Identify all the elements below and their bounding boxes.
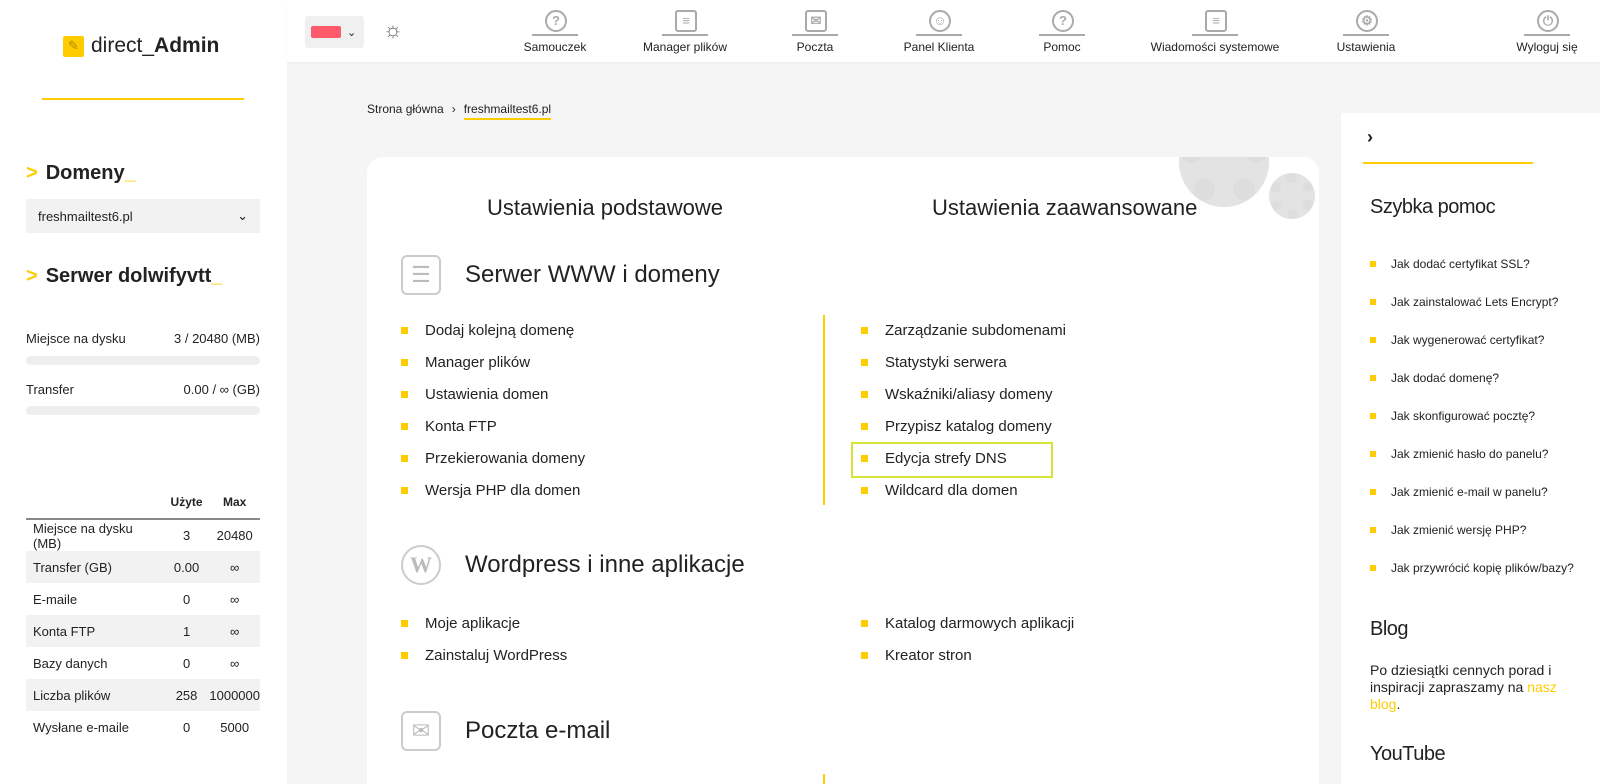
theme-toggle-sun-icon[interactable]: ☼: [380, 17, 406, 43]
disk-stat: Miejsce na dysku 3 / 20480 (MB): [26, 331, 260, 346]
file-manager-icon: ≡: [660, 6, 710, 36]
wrench-icon: ✎: [63, 35, 84, 57]
nav-client-panel[interactable]: ☺ Panel Klienta: [902, 6, 976, 54]
blog-title: Blog: [1370, 618, 1409, 640]
help-link[interactable]: Jak zainstalować Lets Encrypt?: [1370, 283, 1574, 321]
table-row: Konta FTP 1 ∞: [26, 615, 260, 647]
youtube-title: YouTube: [1370, 743, 1446, 765]
list-item[interactable]: Wildcard dla domen: [859, 474, 1066, 506]
chevron-down-icon: ⌄: [237, 208, 248, 223]
list-item[interactable]: Wskaźniki/aliasy domeny: [859, 378, 1066, 410]
logo-divider: [42, 98, 244, 100]
nav-file-manager[interactable]: ≡ Manager plików: [640, 6, 730, 54]
disk-progress-bar: [26, 356, 260, 365]
blog-text: Po dziesiątki cennych porad i inspiracji…: [1370, 662, 1557, 712]
wordpress-advanced-links: Katalog darmowych aplikacji Kreator stro…: [859, 607, 1074, 671]
section-wordpress-apps: W Wordpress i inne aplikacje: [401, 545, 745, 585]
list-item[interactable]: Zainstaluj WordPress: [399, 639, 567, 671]
breadcrumb: Strona główna › freshmailtest6.pl: [367, 102, 552, 120]
dns-zone-highlight: [851, 442, 1053, 478]
list-item[interactable]: Moje aplikacje: [399, 607, 567, 639]
column-divider: [823, 774, 825, 784]
list-item[interactable]: Statystyki serwera: [859, 346, 1066, 378]
list-item[interactable]: Wersja PHP dla domen: [399, 474, 585, 506]
nav-tutorial[interactable]: ? Samouczek: [520, 6, 590, 54]
logo[interactable]: ✎ direct_Admin: [63, 34, 219, 58]
nav-settings[interactable]: ⚙ Ustawienia: [1336, 6, 1396, 54]
section-www-domains: ☰ Serwer WWW i domeny: [401, 255, 720, 295]
list-item[interactable]: Manager plików: [399, 346, 585, 378]
server-heading: > Serwer dolwifyvtt_: [26, 265, 223, 287]
language-select[interactable]: ⌄: [305, 16, 364, 48]
help-link[interactable]: Jak dodać certyfikat SSL?: [1370, 245, 1574, 283]
table-row: Wysłane e-maile 0 5000: [33, 719, 250, 735]
server-document-icon: ☰: [401, 255, 441, 295]
help-link[interactable]: Jak dodać domenę?: [1370, 359, 1574, 397]
help-link[interactable]: Jak zmienić wersję PHP?: [1370, 511, 1574, 549]
gear-icon: [1269, 173, 1315, 219]
table-row: Miejsce na dysku (MB) 3 20480: [33, 520, 253, 551]
help-link[interactable]: Jak skonfigurować pocztę?: [1370, 397, 1574, 435]
chevron-right-icon[interactable]: ›: [1367, 127, 1373, 148]
envelope-icon: ✉: [401, 711, 441, 751]
wordpress-basic-links: Moje aplikacje Zainstaluj WordPress: [399, 607, 567, 671]
list-item[interactable]: Przekierowania domeny: [399, 442, 585, 474]
list-item[interactable]: Kreator stron: [859, 639, 1074, 671]
right-panel: › Szybka pomoc Jak dodać certyfikat SSL?…: [1341, 113, 1600, 784]
section-email: ✉ Poczta e-mail: [401, 711, 610, 751]
logout-icon: ⏻: [1522, 6, 1572, 36]
limits-table: Użyte Max Miejsce na dysku (MB) 3 20480 Tr…: [26, 485, 260, 743]
nav-logout[interactable]: ⏻ Wyloguj się: [1514, 6, 1580, 54]
table-row: E-maile 0 ∞: [33, 591, 240, 607]
chevron-right-icon: ›: [451, 102, 456, 116]
list-item[interactable]: Katalog darmowych aplikacji: [859, 607, 1074, 639]
transfer-stat: Transfer 0.00 / ∞ (GB): [26, 382, 260, 397]
domains-heading: > Domeny_: [26, 162, 136, 184]
client-panel-icon: ☺: [914, 6, 964, 36]
chevron-down-icon: ⌄: [347, 26, 357, 39]
help-link[interactable]: Jak zmienić e-mail w panelu?: [1370, 473, 1574, 511]
system-messages-icon: ≡: [1190, 6, 1240, 36]
nav-system-messages[interactable]: ≡ Wiadomości systemowe: [1148, 6, 1282, 54]
breadcrumb-current[interactable]: freshmailtest6.pl: [463, 102, 552, 120]
list-item[interactable]: Dodaj kolejną domenę: [399, 314, 585, 346]
table-row: Liczba plików 258 1000000: [26, 679, 260, 711]
tab-advanced-settings[interactable]: Ustawienia zaawansowane: [932, 195, 1197, 221]
flag-icon: [311, 26, 341, 38]
settings-icon: ⚙: [1341, 6, 1391, 36]
help-links: Jak dodać certyfikat SSL? Jak zainstalow…: [1370, 245, 1574, 587]
transfer-progress-bar: [26, 406, 260, 415]
quick-help-title: Szybka pomoc: [1370, 196, 1496, 218]
mail-icon: ✉: [790, 6, 840, 36]
list-item[interactable]: Zarządzanie subdomenami: [859, 314, 1066, 346]
left-sidebar: ✎ direct_Admin > Domeny_ freshmailtest6.p…: [0, 0, 287, 784]
logo-text: direct_Admin: [91, 34, 220, 57]
domain-select[interactable]: freshmailtest6.pl ⌄: [26, 199, 260, 233]
www-basic-links: Dodaj kolejną domenę Manager plików Usta…: [399, 314, 585, 506]
tab-basic-settings[interactable]: Ustawienia podstawowe: [487, 195, 723, 221]
breadcrumb-home[interactable]: Strona główna: [367, 102, 444, 120]
column-divider: [823, 315, 825, 505]
help-link[interactable]: Jak zmienić hasło do panelu?: [1370, 435, 1574, 473]
list-item[interactable]: Ustawienia domen: [399, 378, 585, 410]
nav-mail[interactable]: ✉ Poczta: [790, 6, 840, 54]
panel-divider: [1363, 162, 1533, 164]
wordpress-icon: W: [401, 545, 441, 585]
list-item[interactable]: Przypisz katalog domeny: [859, 410, 1066, 442]
list-item[interactable]: Konta FTP: [399, 410, 585, 442]
help-icon: ?: [1037, 6, 1087, 36]
help-link[interactable]: Jak wygenerować certyfikat?: [1370, 321, 1574, 359]
tutorial-icon: ?: [530, 6, 580, 36]
table-row: Transfer (GB) 0.00 ∞: [26, 551, 260, 583]
table-row: Bazy danych 0 ∞: [33, 655, 240, 671]
main-card: Ustawienia podstawowe Ustawienia zaawans…: [367, 157, 1319, 784]
help-link[interactable]: Jak przywrócić kopię plików/bazy?: [1370, 549, 1574, 587]
nav-help[interactable]: ? Pomoc: [1037, 6, 1087, 54]
